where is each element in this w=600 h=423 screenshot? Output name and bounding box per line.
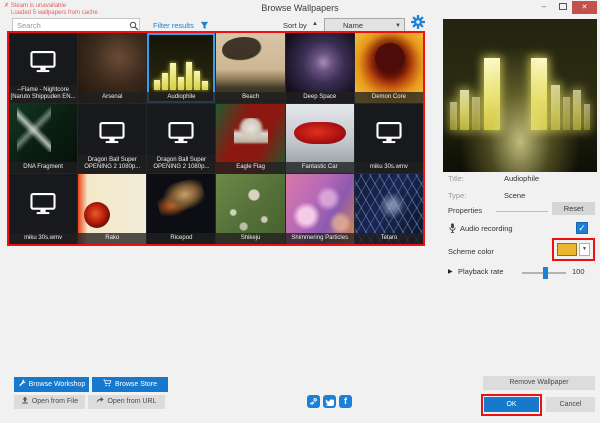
wallpaper-title: Tetaro — [354, 232, 423, 244]
properties-divider — [496, 211, 548, 212]
wallpaper-title: miku 30s.wmv — [9, 232, 78, 244]
wallpaper-item[interactable]: Fantastic Car — [285, 103, 354, 174]
wallpaper-item[interactable]: Beach — [216, 33, 285, 103]
sort-ascending-icon[interactable]: ▲ — [312, 21, 318, 27]
wallpaper-title: Rako — [78, 232, 147, 244]
type-value: Scene — [504, 191, 526, 200]
browse-workshop-label: Browse Workshop — [28, 381, 86, 388]
wallpaper-item[interactable]: --Flame - Nightcore [Naruto Shippuden EN… — [9, 33, 78, 103]
browse-store-button[interactable]: Browse Store — [92, 377, 168, 392]
cancel-button[interactable]: Cancel — [546, 397, 595, 412]
maximize-icon — [559, 3, 567, 11]
scheme-color-dropdown[interactable]: ▼ — [579, 243, 590, 256]
sort-dropdown-value: Name — [343, 21, 364, 30]
search-icon — [129, 21, 139, 31]
wallpaper-item[interactable]: Demon Core — [354, 33, 423, 103]
browse-workshop-button[interactable]: Browse Workshop — [14, 377, 89, 392]
filter-results-link[interactable]: Filter results — [153, 21, 194, 30]
wallpaper-title: miku 30s.wmv — [354, 162, 423, 174]
browse-store-label: Browse Store — [114, 381, 158, 388]
audio-bars-art — [147, 56, 215, 90]
wrench-icon — [18, 379, 26, 387]
wallpaper-grid: --Flame - Nightcore [Naruto Shippuden EN… — [9, 33, 423, 244]
title-value: Audiophile — [504, 174, 540, 183]
wallpaper-item[interactable]: Rako — [78, 174, 147, 244]
chevron-down-icon: ▼ — [395, 23, 401, 29]
close-button[interactable]: ✕ — [572, 1, 597, 14]
wallpaper-title: Fantastic Car — [285, 162, 354, 174]
wallpaper-item[interactable]: Eagle Flag — [216, 103, 285, 174]
wallpaper-item[interactable]: Tetaro — [354, 174, 423, 244]
audio-recording-label: Audio recording — [460, 224, 513, 233]
open-from-file-label: Open from File — [31, 398, 79, 405]
wallpaper-item-selected[interactable]: Audiophile — [147, 33, 216, 103]
wallpaper-item[interactable]: miku 30s.wmv — [9, 174, 78, 244]
title-label: Title: — [448, 174, 464, 183]
wallpaper-title: Deep Space — [285, 91, 354, 103]
wallpaper-item[interactable]: Arsenal — [78, 33, 147, 103]
wallpaper-title: --Flame - Nightcore [Naruto Shippuden EN… — [9, 84, 78, 103]
wallpaper-item[interactable]: DNA Fragment — [9, 103, 78, 174]
collapse-arrow-icon[interactable]: ▶ — [448, 268, 453, 275]
wallpaper-title: Arsenal — [78, 91, 147, 103]
window-title: Browse Wallpapers — [261, 3, 339, 13]
twitter-icon[interactable] — [323, 395, 336, 408]
playback-rate-label: Playback rate — [458, 267, 504, 276]
microphone-icon — [449, 223, 456, 233]
filter-icon[interactable] — [200, 21, 209, 30]
monitor-icon — [30, 51, 56, 73]
steam-icon[interactable] — [307, 395, 320, 408]
settings-gear-icon[interactable] — [411, 15, 425, 29]
open-from-url-label: Open from URL — [107, 398, 157, 405]
monitor-icon — [168, 121, 194, 143]
properties-label: Properties — [448, 206, 483, 215]
sort-by-label: Sort by — [283, 21, 307, 30]
wallpaper-item[interactable]: Ricepod — [147, 174, 216, 244]
scheme-color-label: Scheme color — [448, 247, 494, 256]
scheme-color-swatch[interactable] — [557, 243, 577, 256]
wallpaper-title: Beach — [216, 91, 285, 103]
search-input[interactable] — [12, 18, 140, 33]
wallpaper-item[interactable]: Deep Space — [285, 33, 354, 103]
playback-rate-slider-handle[interactable] — [543, 267, 548, 279]
wallpaper-title: Eagle Flag — [216, 162, 285, 174]
audio-recording-checkbox[interactable]: ✓ — [576, 222, 588, 234]
monitor-icon — [99, 121, 125, 143]
wallpaper-item[interactable]: miku 30s.wmv — [354, 103, 423, 174]
wallpaper-item[interactable]: Dragon Ball Super OPENING 2 1080p... — [78, 103, 147, 174]
remove-wallpaper-button[interactable]: Remove Wallpaper — [483, 376, 595, 390]
wallpaper-title: Shikeju — [216, 232, 285, 244]
sort-dropdown[interactable]: Name ▼ — [324, 18, 405, 33]
preview-glow — [443, 19, 597, 172]
reset-button[interactable]: Reset — [552, 202, 595, 215]
wallpaper-title: Dragon Ball Super OPENING 2 1080p... — [78, 155, 147, 174]
wallpaper-title: Dragon Ball Super OPENING 2 1080p... — [147, 155, 216, 174]
cart-icon — [103, 379, 112, 387]
browse-wallpapers-dialog: ✗ Steam is unavailable Loaded 5 wallpape… — [0, 0, 600, 423]
wallpaper-item[interactable]: Dragon Ball Super OPENING 2 1080p... — [147, 103, 216, 174]
wallpaper-title: Demon Core — [354, 91, 423, 103]
wallpaper-item[interactable]: Shimmering Particles — [285, 174, 354, 244]
facebook-icon[interactable]: f — [339, 395, 352, 408]
ok-button[interactable]: OK — [484, 397, 539, 412]
playback-rate-value: 100 — [572, 267, 585, 276]
monitor-icon — [376, 121, 402, 143]
wallpaper-title: Audiophile — [147, 91, 216, 103]
wallpaper-preview — [443, 19, 597, 172]
maximize-button[interactable] — [555, 2, 571, 13]
open-from-url-button[interactable]: Open from URL — [88, 395, 165, 409]
curved-arrow-icon — [97, 396, 105, 403]
wallpaper-title: DNA Fragment — [9, 162, 78, 174]
type-label: Type: — [448, 191, 467, 200]
wallpaper-title: Ricepod — [147, 232, 216, 244]
minimize-button[interactable]: – — [536, 2, 552, 13]
monitor-icon — [30, 192, 56, 214]
open-from-file-button[interactable]: Open from File — [14, 395, 85, 409]
upload-icon — [22, 396, 28, 404]
wallpaper-item[interactable]: Shikeju — [216, 174, 285, 244]
wallpaper-title: Shimmering Particles — [285, 232, 354, 244]
